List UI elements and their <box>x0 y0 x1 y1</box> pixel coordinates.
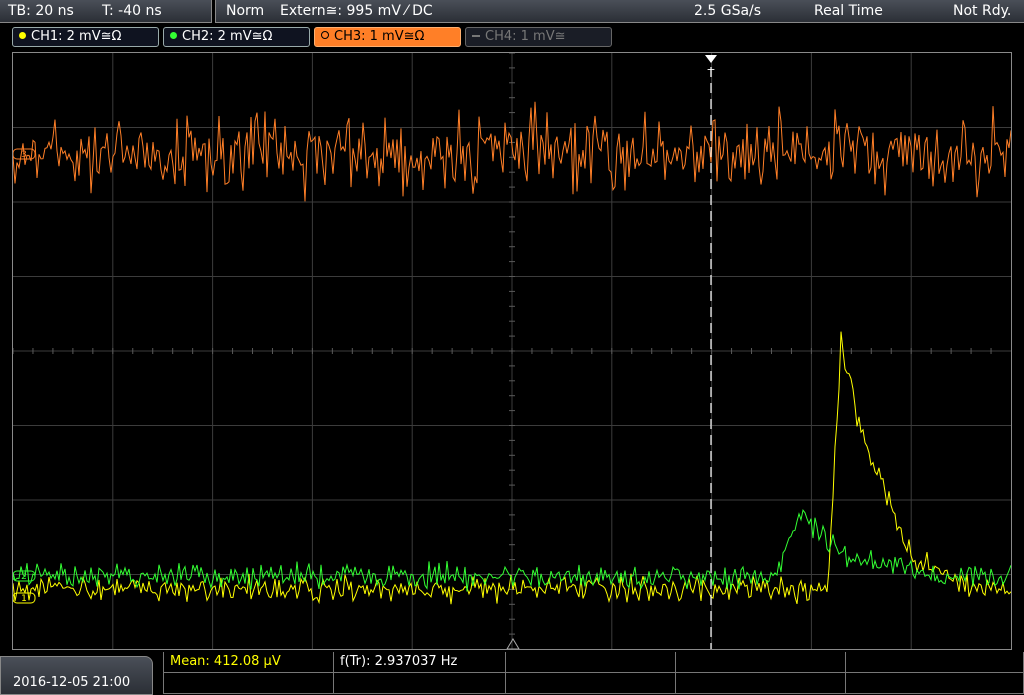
ch3-label: CH3: 1 mV≅Ω <box>334 29 425 44</box>
svg-text:3: 3 <box>21 150 27 160</box>
channel-3-button[interactable]: CH3: 1 mV≅Ω <box>314 27 461 47</box>
measurement-slot-4[interactable] <box>675 652 845 673</box>
sample-rate: 2.5 GSa/s <box>694 3 762 19</box>
ch4-label: CH4: 1 mV≅ <box>485 29 566 44</box>
channel-2-button[interactable]: CH2: 2 mV≅Ω <box>163 27 310 47</box>
status-bar: TB: 20 ns T: -40 ns Norm Extern≅: 995 mV… <box>0 0 1024 24</box>
horizontal-position-icon[interactable] <box>506 638 520 649</box>
channel-bar: CH1: 2 mV≅Ω CH2: 2 mV≅Ω CH3: 1 mV≅Ω CH4:… <box>0 26 1024 48</box>
trigger-time-value: T: -40 ns <box>102 3 162 19</box>
frequency-value: f(Tr): 2.937037 Hz <box>340 654 458 669</box>
mean-value: Mean: 412.08 µV <box>170 654 281 669</box>
ch3-indicator-icon <box>321 31 329 39</box>
waveform-display[interactable]: T 3 2 1 <box>12 52 1012 650</box>
channel-4-button[interactable]: CH4: 1 mV≅ <box>465 27 612 47</box>
measurement-slot-5[interactable] <box>845 652 1024 673</box>
ch1-indicator-icon <box>19 32 26 39</box>
acquisition-mode: Real Time <box>814 3 883 19</box>
measurement-slot-3[interactable] <box>505 652 675 673</box>
trigger-arrow-icon[interactable] <box>705 55 717 63</box>
measurement-slot-10[interactable] <box>845 673 1024 694</box>
measurement-slot-7[interactable] <box>333 673 505 694</box>
measurement-slot-9[interactable] <box>675 673 845 694</box>
trigger-source: Extern≅: 995 mV ⁄ DC <box>280 3 433 19</box>
bottom-bar: 2016-12-05 21:00 Mean: 412.08 µV f(Tr): … <box>0 652 1024 695</box>
svg-text:1: 1 <box>21 594 27 604</box>
trigger-panel[interactable]: Norm Extern≅: 995 mV ⁄ DC 2.5 GSa/s Real… <box>215 0 1024 23</box>
date-time-panel[interactable]: 2016-12-05 21:00 <box>0 656 153 695</box>
channel-1-button[interactable]: CH1: 2 mV≅Ω <box>12 27 159 47</box>
measurement-slot-6[interactable] <box>163 673 333 694</box>
ch4-off-icon <box>472 35 480 37</box>
waveform-canvas: T 3 2 1 <box>13 53 1011 649</box>
mean-measurement[interactable]: Mean: 412.08 µV <box>163 652 333 673</box>
ch1-label: CH1: 2 mV≅Ω <box>31 29 122 44</box>
timebase-value: TB: 20 ns <box>8 3 74 19</box>
ch2-indicator-icon <box>170 32 177 39</box>
frequency-measurement[interactable]: f(Tr): 2.937037 Hz <box>333 652 505 673</box>
trigger-label: T <box>707 67 715 80</box>
date-time: 2016-12-05 21:00 <box>13 675 131 690</box>
svg-text:2: 2 <box>21 572 27 582</box>
ch2-label: CH2: 2 mV≅Ω <box>182 29 273 44</box>
ready-state: Not Rdy. <box>953 3 1012 19</box>
trigger-mode: Norm <box>226 3 265 19</box>
measurement-slot-8[interactable] <box>505 673 675 694</box>
timebase-panel[interactable]: TB: 20 ns T: -40 ns <box>0 0 212 23</box>
